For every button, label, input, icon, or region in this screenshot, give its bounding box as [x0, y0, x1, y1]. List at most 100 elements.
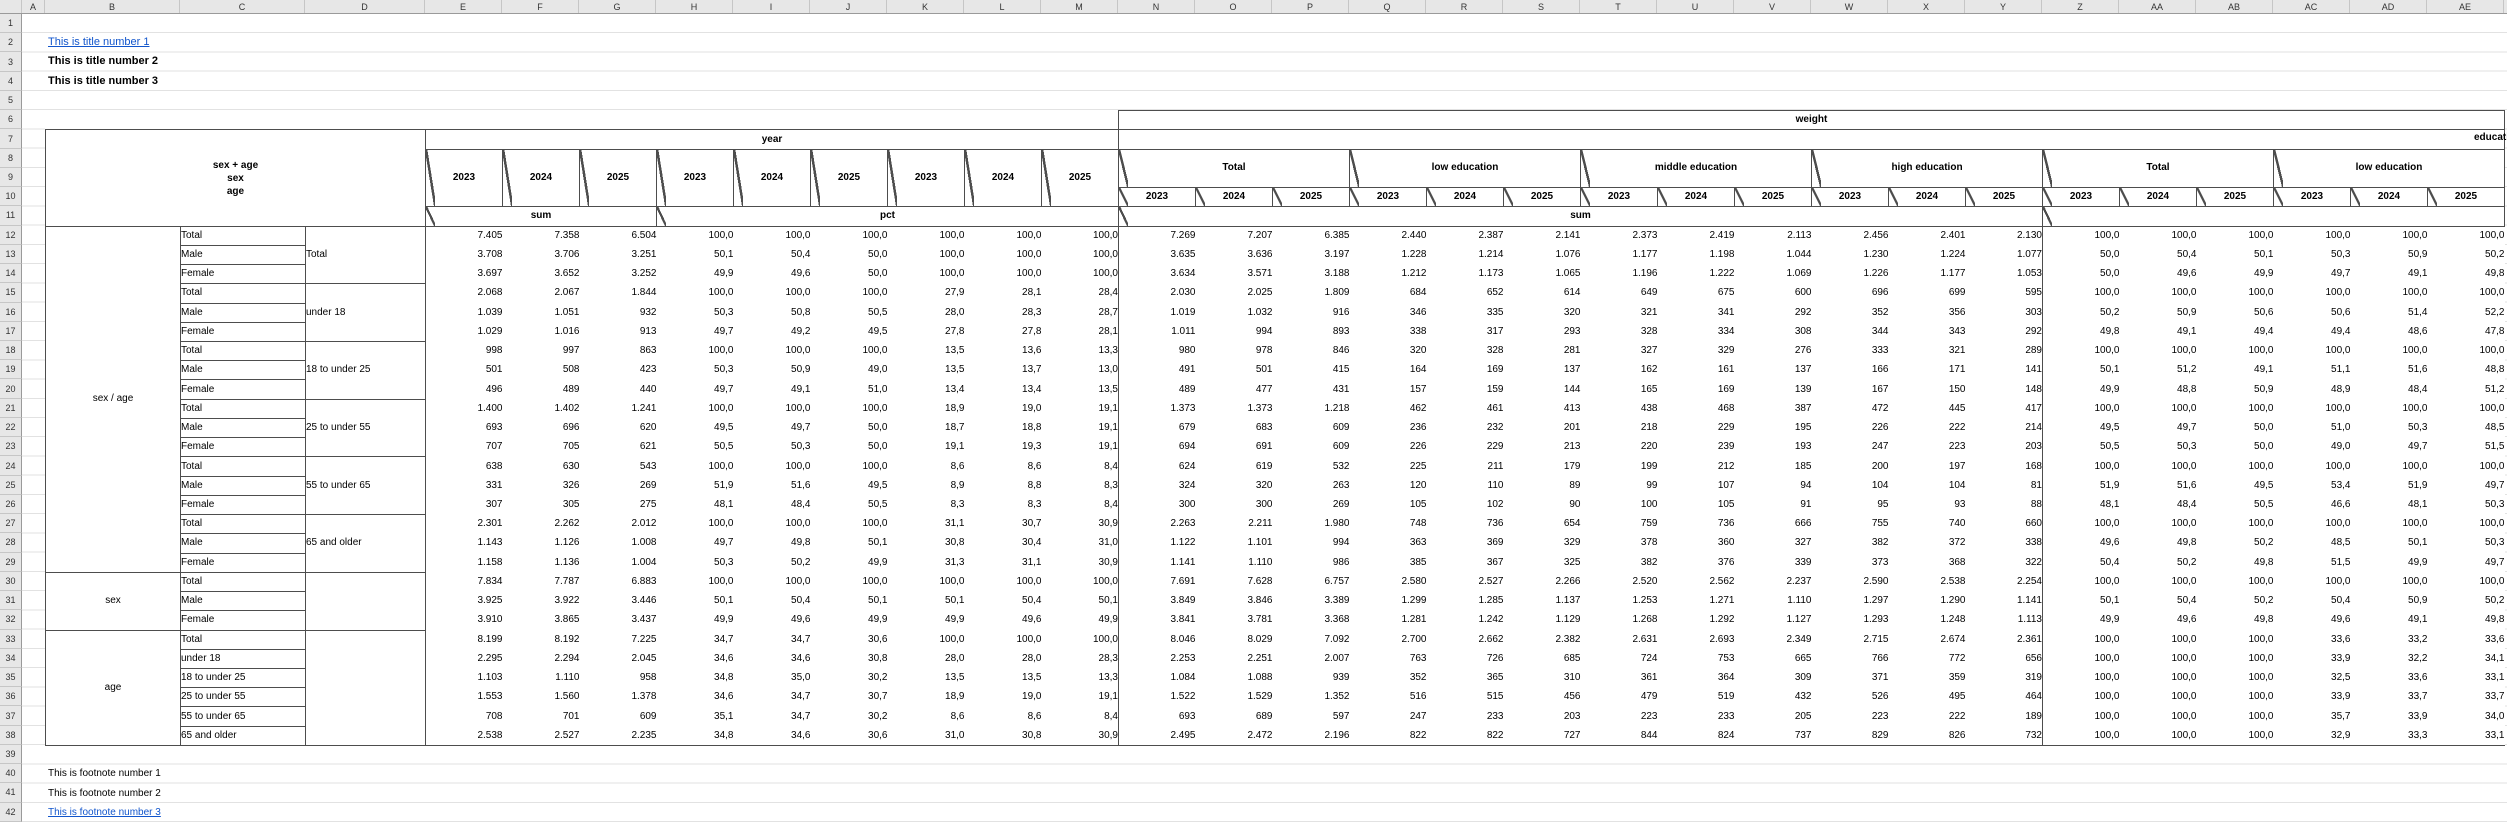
data-cell[interactable]: 100,0 — [2197, 668, 2274, 687]
data-cell[interactable]: 34,7 — [657, 630, 734, 649]
data-cell[interactable]: 281 — [1504, 342, 1581, 361]
data-cell[interactable]: 100,0 — [2043, 342, 2120, 361]
measure-header[interactable]: pct — [657, 207, 1119, 226]
data-cell[interactable]: 195 — [1735, 418, 1812, 437]
data-cell[interactable]: 48,4 — [2351, 380, 2428, 399]
data-cell[interactable]: 1.122 — [1119, 534, 1196, 553]
data-cell[interactable]: 34,7 — [734, 688, 811, 707]
data-cell[interactable]: 652 — [1427, 284, 1504, 303]
data-cell[interactable]: 2.235 — [580, 726, 657, 745]
data-cell[interactable]: 102 — [1427, 495, 1504, 514]
row-header-31[interactable]: 31 — [0, 591, 22, 610]
data-cell[interactable]: 49,7 — [2120, 418, 2197, 437]
data-cell[interactable]: 683 — [1196, 418, 1273, 437]
data-cell[interactable]: 343 — [1889, 322, 1966, 341]
data-cell[interactable]: 225 — [1350, 457, 1427, 476]
data-cell[interactable]: 33,6 — [2351, 668, 2428, 687]
data-cell[interactable]: 516 — [1350, 688, 1427, 707]
data-cell[interactable]: 1.088 — [1196, 668, 1273, 687]
data-cell[interactable]: 994 — [1196, 322, 1273, 341]
data-cell[interactable]: 3.636 — [1196, 245, 1273, 264]
data-cell[interactable]: 33,1 — [2428, 726, 2505, 745]
row-header-10[interactable]: 10 — [0, 187, 22, 206]
row-header-27[interactable]: 27 — [0, 514, 22, 533]
row-label[interactable]: Female — [181, 380, 306, 399]
data-cell[interactable]: 100,0 — [965, 265, 1042, 284]
data-cell[interactable]: 980 — [1119, 342, 1196, 361]
data-cell[interactable]: 727 — [1504, 726, 1581, 745]
data-cell[interactable]: 50,4 — [2274, 592, 2351, 611]
data-cell[interactable]: 1.242 — [1427, 611, 1504, 630]
data-cell[interactable]: 445 — [1889, 399, 1966, 418]
row-label[interactable]: Total — [181, 572, 306, 591]
data-cell[interactable]: 8,4 — [1042, 707, 1119, 726]
data-cell[interactable]: 100,0 — [734, 284, 811, 303]
data-cell[interactable]: 1.844 — [580, 284, 657, 303]
data-cell[interactable]: 100,0 — [2351, 572, 2428, 591]
row-label[interactable]: 18 to under 25 — [181, 668, 306, 687]
year-cell[interactable]: 2025 — [1042, 149, 1119, 207]
row-header-11[interactable]: 11 — [0, 206, 22, 225]
data-cell[interactable]: 50,9 — [2197, 380, 2274, 399]
footnote-2[interactable]: This is footnote number 2 — [48, 784, 161, 803]
data-cell[interactable]: 2.251 — [1196, 649, 1273, 668]
data-cell[interactable]: 998 — [426, 342, 503, 361]
data-cell[interactable]: 621 — [580, 438, 657, 457]
data-cell[interactable]: 247 — [1350, 707, 1427, 726]
data-cell[interactable]: 48,4 — [734, 495, 811, 514]
row-header-34[interactable]: 34 — [0, 649, 22, 668]
data-cell[interactable]: 2.662 — [1427, 630, 1504, 649]
data-cell[interactable]: 100,0 — [2197, 726, 2274, 745]
data-cell[interactable]: 50,4 — [734, 245, 811, 264]
title-2[interactable]: This is title number 2 — [48, 52, 158, 71]
data-cell[interactable]: 2.030 — [1119, 284, 1196, 303]
data-cell[interactable]: 724 — [1581, 649, 1658, 668]
data-cell[interactable]: 30,6 — [811, 630, 888, 649]
data-cell[interactable]: 30,2 — [811, 707, 888, 726]
data-cell[interactable]: 31,3 — [888, 553, 965, 572]
data-cell[interactable]: 49,7 — [657, 380, 734, 399]
row-label[interactable]: Male — [181, 303, 306, 322]
data-cell[interactable]: 413 — [1504, 399, 1581, 418]
data-cell[interactable]: 701 — [503, 707, 580, 726]
measure-header[interactable]: sum — [1119, 207, 2043, 226]
row-label[interactable]: Female — [181, 611, 306, 630]
data-cell[interactable]: 1.222 — [1658, 265, 1735, 284]
data-cell[interactable]: 50,5 — [2197, 495, 2274, 514]
data-cell[interactable]: 49,6 — [2120, 611, 2197, 630]
data-cell[interactable]: 3.251 — [580, 245, 657, 264]
data-cell[interactable]: 1.137 — [1504, 592, 1581, 611]
data-cell[interactable]: 19,1 — [1042, 399, 1119, 418]
data-cell[interactable]: 2.253 — [1119, 649, 1196, 668]
data-cell[interactable]: 95 — [1812, 495, 1889, 514]
data-cell[interactable]: 321 — [1889, 342, 1966, 361]
data-cell[interactable]: 2.693 — [1658, 630, 1735, 649]
data-cell[interactable]: 100,0 — [811, 515, 888, 534]
data-cell[interactable]: 50,0 — [2043, 245, 2120, 264]
column-header-V[interactable]: V — [1734, 0, 1811, 13]
data-cell[interactable]: 49,9 — [657, 265, 734, 284]
column-group-header[interactable]: middle education — [1581, 149, 1812, 187]
row-header-1[interactable]: 1 — [0, 14, 22, 33]
data-cell[interactable]: 165 — [1581, 380, 1658, 399]
data-cell[interactable]: 100,0 — [965, 630, 1042, 649]
data-cell[interactable]: 247 — [1812, 438, 1889, 457]
data-cell[interactable]: 7.405 — [426, 226, 503, 245]
data-cell[interactable]: 477 — [1196, 380, 1273, 399]
data-cell[interactable]: 13,4 — [888, 380, 965, 399]
data-cell[interactable]: 753 — [1658, 649, 1735, 668]
column-group-header[interactable]: low education — [1350, 149, 1581, 187]
data-cell[interactable]: 3.635 — [1119, 245, 1196, 264]
data-cell[interactable]: 13,6 — [965, 342, 1042, 361]
data-cell[interactable]: 638 — [426, 457, 503, 476]
row-label[interactable]: under 18 — [181, 649, 306, 668]
data-cell[interactable]: 620 — [580, 418, 657, 437]
column-header-H[interactable]: H — [656, 0, 733, 13]
data-cell[interactable]: 34,7 — [734, 707, 811, 726]
data-cell[interactable]: 8,3 — [888, 495, 965, 514]
data-cell[interactable]: 1.032 — [1196, 303, 1273, 322]
data-cell[interactable]: 2.674 — [1889, 630, 1966, 649]
data-cell[interactable]: 35,1 — [657, 707, 734, 726]
data-cell[interactable]: 1.051 — [503, 303, 580, 322]
data-cell[interactable]: 2.301 — [426, 515, 503, 534]
